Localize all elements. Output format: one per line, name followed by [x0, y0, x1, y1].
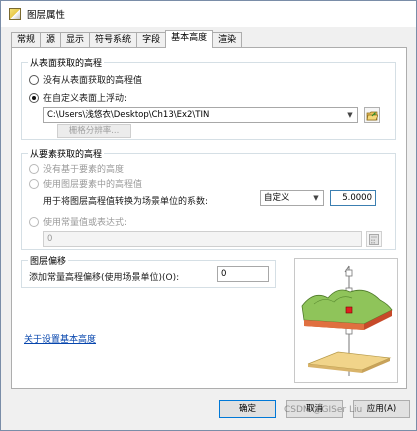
tab-display[interactable]: 显示	[60, 32, 91, 48]
surface-elevation-group: 从表面获取的高程 没有从表面获取的高程值 在自定义表面上浮动: C:\Users…	[21, 56, 396, 140]
conversion-factor-label: 用于将图层高程值转换为场景单位的系数:	[43, 194, 208, 207]
radio-no-feature-height-label: 没有基于要素的高度	[43, 165, 125, 175]
ok-button[interactable]: 确定	[219, 400, 276, 418]
conversion-factor-text: 用于将图层高程值转换为场景单位的系数:	[43, 197, 209, 207]
cancel-button[interactable]: 取消	[286, 400, 343, 418]
chevron-down-icon[interactable]: ▼	[343, 108, 357, 122]
base-heights-panel: 从表面获取的高程 没有从表面获取的高程值 在自定义表面上浮动: C:\Users…	[11, 47, 407, 389]
tab-symbology[interactable]: 符号系统	[89, 32, 138, 48]
radio-use-feature-z-label: 使用图层要素中的高程值	[43, 180, 143, 190]
offset-label-text: 添加常量高程偏移(使用场景单位)(O):	[29, 273, 180, 283]
surface-path-value: C:\Users\浅悠衣\Desktop\Ch13\Ex2\TIN	[47, 110, 210, 120]
radio-no-surface[interactable]: 没有从表面获取的高程值	[29, 73, 142, 86]
radio-constant-expression[interactable]: 使用常量值或表达式:	[29, 215, 127, 228]
raster-resolution-button[interactable]: 栅格分辨率...	[57, 124, 131, 138]
tab-source[interactable]: 源	[40, 32, 62, 48]
radio-circle[interactable]	[29, 216, 39, 227]
tab-rendering[interactable]: 渲染	[212, 32, 243, 48]
layer-offset-group: 图层偏移 添加常量高程偏移(使用场景单位)(O): 0	[21, 254, 276, 288]
unit-select-value: 自定义	[264, 193, 290, 203]
calculator-icon	[369, 233, 379, 245]
offset-label: 添加常量高程偏移(使用场景单位)(O):	[29, 270, 179, 283]
window-title: 图层属性	[27, 10, 66, 21]
radio-circle[interactable]	[29, 74, 39, 85]
apply-button[interactable]: 应用(A)	[353, 400, 410, 418]
radio-circle-checked[interactable]	[29, 92, 39, 103]
radio-custom-surface-label: 在自定义表面上浮动:	[43, 94, 128, 104]
offset-group-legend: 图层偏移	[28, 254, 69, 267]
radio-circle[interactable]	[29, 163, 39, 174]
radio-custom-surface[interactable]: 在自定义表面上浮动:	[29, 91, 127, 104]
surface-path-select[interactable]: C:\Users\浅悠衣\Desktop\Ch13\Ex2\TIN ▼	[43, 107, 358, 123]
offset-input[interactable]: 0	[217, 266, 269, 282]
conversion-factor-input[interactable]: 5.0000	[330, 190, 376, 206]
radio-constant-expression-label: 使用常量值或表达式:	[43, 218, 128, 228]
radio-use-feature-z[interactable]: 使用图层要素中的高程值	[29, 177, 142, 190]
layer-properties-icon	[9, 8, 21, 20]
unit-select[interactable]: 自定义 ▼	[260, 190, 324, 206]
title-bar: 图层属性	[1, 1, 416, 27]
tab-strip: 常规 源 显示 符号系统 字段 基本高度 渲染	[11, 30, 243, 48]
base-height-illustration	[294, 258, 398, 383]
tab-fields[interactable]: 字段	[136, 32, 167, 48]
surface-group-legend: 从表面获取的高程	[28, 56, 105, 69]
feature-group-legend: 从要素获取的高程	[28, 147, 105, 160]
open-folder-icon	[366, 111, 378, 120]
radio-circle[interactable]	[29, 178, 39, 189]
layer-properties-dialog: 图层属性 常规 源 显示 符号系统 字段 基本高度 渲染 从表面获取的高程 没有…	[0, 0, 417, 431]
radio-no-surface-label: 没有从表面获取的高程值	[43, 76, 143, 86]
chevron-down-icon[interactable]: ▼	[309, 191, 323, 205]
constant-expression-input[interactable]: 0	[43, 231, 362, 247]
open-folder-button[interactable]	[364, 107, 380, 123]
tab-general[interactable]: 常规	[11, 32, 42, 48]
tab-base-heights[interactable]: 基本高度	[165, 30, 214, 48]
expression-builder-button[interactable]	[366, 231, 382, 247]
help-link-base-heights[interactable]: 关于设置基本高度	[24, 332, 96, 345]
radio-no-feature-height[interactable]: 没有基于要素的高度	[29, 162, 124, 175]
feature-elevation-group: 从要素获取的高程 没有基于要素的高度 使用图层要素中的高程值 用于将图层高程值转…	[21, 147, 396, 250]
